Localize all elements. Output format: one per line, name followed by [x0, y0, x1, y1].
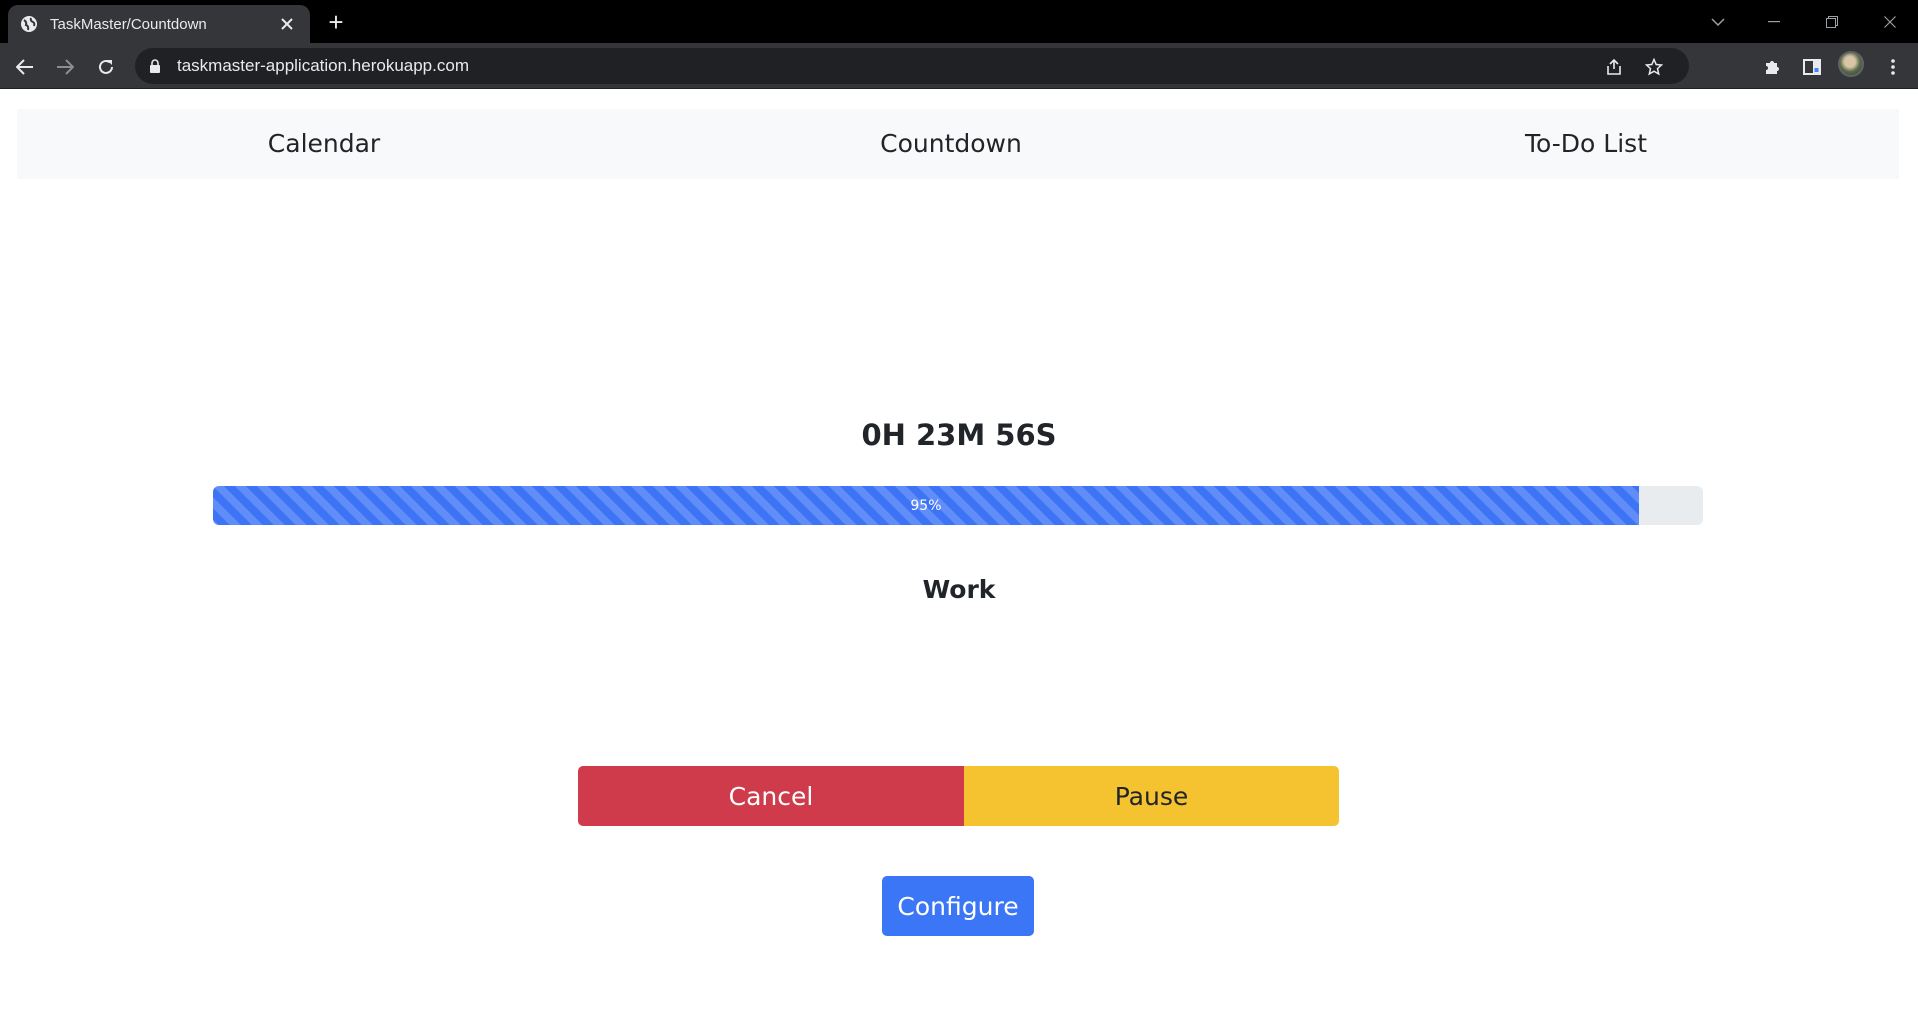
minimize-icon[interactable]: [1756, 8, 1792, 36]
star-icon[interactable]: [1643, 56, 1665, 78]
profile-avatar[interactable]: [1838, 51, 1864, 77]
forward-arrow-icon[interactable]: [50, 52, 80, 82]
side-panel-icon[interactable]: [1797, 52, 1827, 82]
url-text: taskmaster-application.herokuapp.com: [177, 56, 469, 75]
nav-calendar[interactable]: Calendar: [268, 109, 380, 179]
chevron-down-icon[interactable]: [1700, 8, 1736, 36]
puzzle-icon[interactable]: [1757, 52, 1787, 82]
share-icon[interactable]: [1603, 56, 1625, 78]
pause-button[interactable]: Pause: [964, 766, 1339, 826]
countdown-mode: Work: [922, 575, 996, 604]
back-arrow-icon[interactable]: [10, 52, 40, 82]
new-tab-button[interactable]: +: [322, 9, 350, 37]
nav-todo-list[interactable]: To-Do List: [1525, 109, 1647, 179]
configure-button[interactable]: Configure: [882, 876, 1034, 936]
app-navbar: Calendar Countdown To-Do List: [17, 109, 1899, 179]
reload-icon[interactable]: [91, 52, 121, 82]
countdown-time: 0H 23M 56S: [861, 418, 1057, 452]
progress-bar: 95%: [213, 486, 1639, 525]
lock-icon[interactable]: [149, 58, 163, 74]
progress-track: 95%: [213, 486, 1703, 525]
browser-tabstrip: TaskMaster/Countdown +: [0, 0, 1918, 43]
browser-tab[interactable]: TaskMaster/Countdown: [8, 5, 310, 43]
nav-countdown[interactable]: Countdown: [880, 109, 1022, 179]
cancel-button[interactable]: Cancel: [578, 766, 964, 826]
browser-toolbar: taskmaster-application.herokuapp.com: [0, 43, 1918, 89]
close-window-icon[interactable]: [1872, 8, 1908, 36]
address-bar[interactable]: taskmaster-application.herokuapp.com: [135, 48, 1689, 84]
tab-title: TaskMaster/Countdown: [50, 15, 207, 33]
globe-icon: [20, 15, 38, 33]
close-icon[interactable]: [276, 13, 298, 35]
timer-controls: Cancel Pause: [578, 766, 1339, 826]
restore-icon[interactable]: [1814, 8, 1850, 36]
progress-label: 95%: [910, 497, 942, 514]
kebab-menu-icon[interactable]: [1878, 52, 1908, 82]
